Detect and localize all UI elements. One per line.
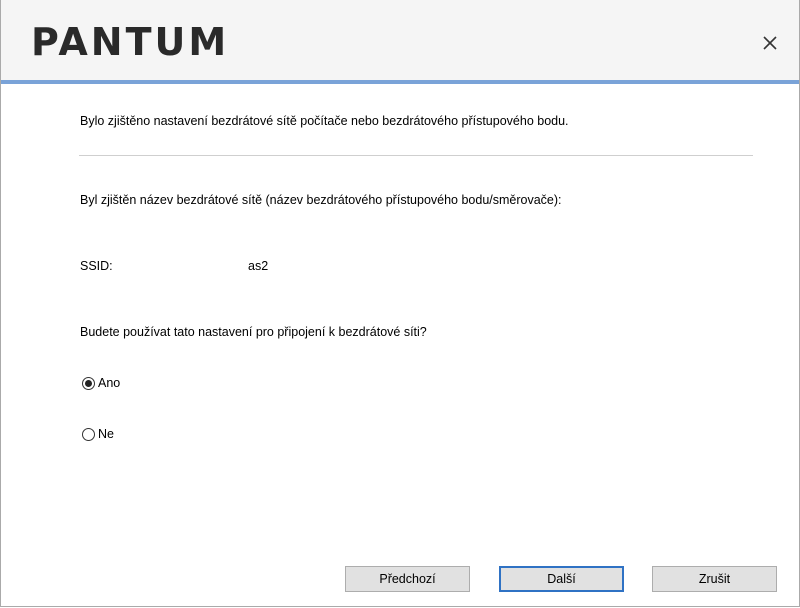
separator: [79, 155, 753, 156]
ssid-value: as2: [248, 259, 269, 273]
cancel-button[interactable]: Zrušit: [652, 566, 777, 592]
back-button[interactable]: Předchozí: [345, 566, 470, 592]
radio-ne[interactable]: Ne: [82, 425, 114, 443]
detected-network-label: Byl zjištěn název bezdrátové sítě (název…: [80, 193, 562, 207]
question-text: Budete používat tato nastavení pro připo…: [80, 325, 427, 339]
intro-text: Bylo zjištěno nastavení bezdrátové sítě …: [80, 114, 569, 128]
radio-ano[interactable]: Ano: [82, 374, 120, 392]
close-button[interactable]: [755, 28, 785, 58]
logo-text: PANTUM: [31, 22, 229, 60]
radio-unchecked-icon[interactable]: [82, 427, 95, 441]
pantum-logo: PANTUM: [31, 22, 229, 60]
radio-ne-label: Ne: [98, 427, 114, 441]
header-bar: PANTUM: [1, 0, 799, 84]
radio-ano-label: Ano: [98, 376, 121, 390]
next-button[interactable]: Další: [499, 566, 624, 592]
installer-window: PANTUM Bylo zjištěno nastavení bezdrátov…: [0, 0, 800, 607]
ssid-label: SSID:: [80, 259, 113, 273]
close-icon: [763, 36, 777, 50]
radio-checked-icon[interactable]: [82, 376, 95, 390]
